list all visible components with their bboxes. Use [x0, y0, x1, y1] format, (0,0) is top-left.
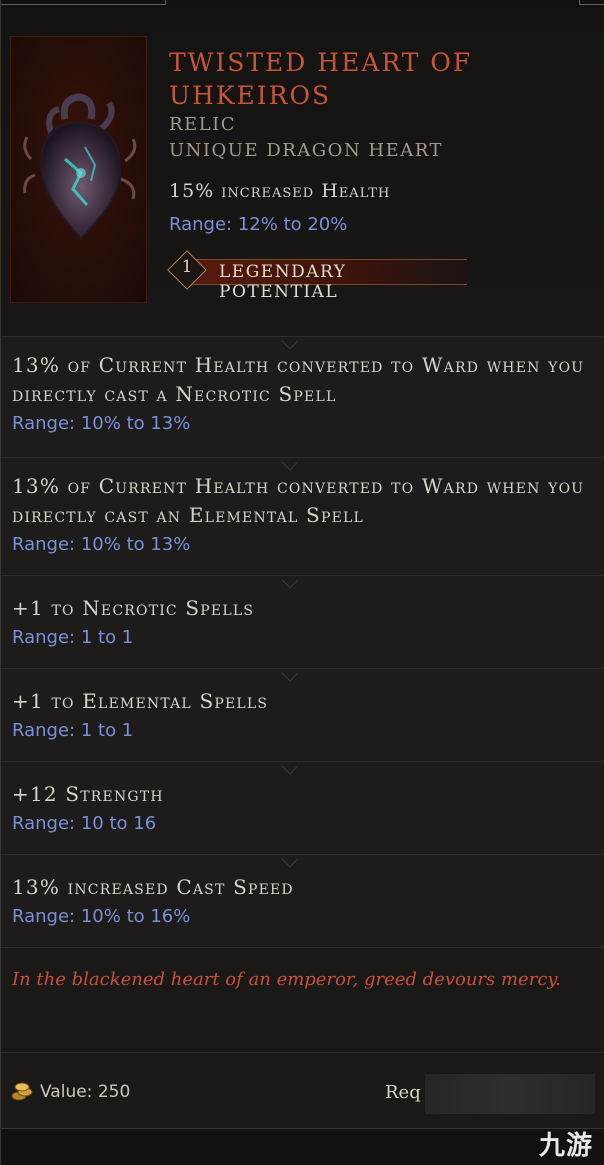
- item-value: Value: 250: [40, 1082, 131, 1102]
- section-notch: [281, 453, 299, 471]
- legendary-potential-count: 1: [181, 257, 193, 277]
- legendary-potential-label: Legendary Potential: [219, 262, 347, 302]
- affix-text: 13% increased Cast Speed: [12, 875, 294, 899]
- obscured-requirement: [425, 1074, 595, 1114]
- affix-text: 13% of Current Health converted to Ward …: [12, 353, 585, 406]
- implicit-stat: 15% increased Health: [169, 180, 391, 202]
- affix-section: +12 Strength Range: 10 to 16: [1, 757, 604, 853]
- affix-section: +1 to Elemental Spells Range: 1 to 1: [1, 664, 604, 760]
- section-notch: [281, 332, 299, 350]
- affix-range: Range: 10 to 16: [12, 813, 157, 834]
- affix-range: Range: 10% to 13%: [12, 413, 191, 434]
- watermark: 九游: [538, 1131, 593, 1161]
- gold-coins-icon: [11, 1082, 33, 1101]
- item-tooltip: Twisted Heart of Uhkeiros Relic Unique D…: [0, 0, 604, 1165]
- lore-section: [1, 947, 604, 1052]
- implicit-range: Range: 12% to 20%: [169, 214, 348, 235]
- affix-range: Range: 1 to 1: [12, 627, 134, 648]
- section-notch: [281, 664, 299, 682]
- item-base-type: Unique Dragon Heart: [169, 140, 443, 161]
- affix-section: +1 to Necrotic Spells Range: 1 to 1: [1, 571, 604, 667]
- top-frame: [1, 0, 604, 8]
- affix-text: +1 to Necrotic Spells: [12, 596, 255, 620]
- frame-tab-right: [579, 0, 604, 5]
- requirement-label: Req: [385, 1082, 421, 1103]
- affix-text: 13% of Current Health converted to Ward …: [12, 474, 585, 527]
- affix-range: Range: 1 to 1: [12, 720, 134, 741]
- dragon-heart-icon: [23, 93, 137, 241]
- section-notch: [281, 571, 299, 589]
- affix-range: Range: 10% to 13%: [12, 534, 191, 555]
- bottom-frame: [1, 1128, 604, 1165]
- lore-text: In the blackened heart of an emperor, gr…: [12, 969, 561, 990]
- item-header: Twisted Heart of Uhkeiros Relic Unique D…: [1, 8, 604, 336]
- section-notch: [281, 850, 299, 868]
- affix-section: 13% increased Cast Speed Range: 10% to 1…: [1, 850, 604, 946]
- affix-text: +1 to Elemental Spells: [12, 689, 269, 713]
- item-rarity: Relic: [169, 114, 237, 135]
- frame-tab-left: [1, 0, 166, 5]
- section-notch: [281, 757, 299, 775]
- affix-range: Range: 10% to 16%: [12, 906, 191, 927]
- affix-text: +12 Strength: [12, 782, 164, 806]
- legendary-potential-banner: 1 Legendary Potential: [167, 250, 469, 302]
- affix-section: 13% of Current Health converted to Ward …: [1, 453, 604, 574]
- item-name: Twisted Heart of Uhkeiros: [169, 48, 473, 110]
- affix-section: 13% of Current Health converted to Ward …: [1, 332, 604, 456]
- item-icon-card: [10, 36, 147, 303]
